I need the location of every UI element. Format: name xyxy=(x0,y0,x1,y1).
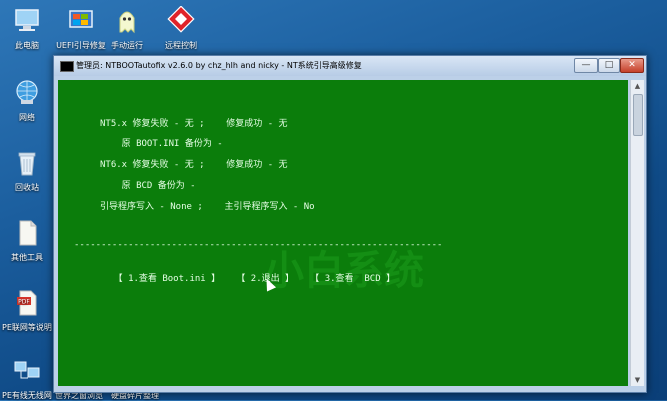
close-button[interactable]: ✕ xyxy=(620,58,644,73)
desktop-icon-other-tools[interactable]: 其他工具 xyxy=(0,218,54,263)
pdf-file-icon: PDF xyxy=(17,290,37,316)
uefi-repair-icon xyxy=(69,10,93,28)
network-icon xyxy=(16,80,38,104)
desktop-icon-recycle-bin[interactable]: 回收站 xyxy=(0,148,54,193)
document-icon xyxy=(19,220,37,246)
console-window[interactable]: 管理员: NTBOOTautofix v2.6.0 by chz_hlh and… xyxy=(53,55,647,393)
remote-control-icon xyxy=(167,5,195,33)
console-icon xyxy=(60,61,74,72)
recycle-bin-icon xyxy=(18,152,36,176)
window-title: 管理员: NTBOOTautofix v2.6.0 by chz_hlh and… xyxy=(76,61,362,70)
vertical-scrollbar[interactable]: ▲ ▼ xyxy=(630,80,644,386)
network-adapter-icon xyxy=(14,361,40,379)
computer-icon xyxy=(15,9,39,31)
desktop-icon-pe-wired-wireless[interactable]: PE有线无线网 xyxy=(0,356,54,401)
desktop-icon-network[interactable]: 网络 xyxy=(0,78,54,123)
desktop-icon-remote-control[interactable]: 远程控制 xyxy=(154,5,208,51)
console-line-bcd: 原 BCD 备份为 - xyxy=(100,181,196,191)
console-line-bootini: 原 BOOT.INI 备份为 - xyxy=(100,139,223,149)
svg-text:PDF: PDF xyxy=(18,299,30,306)
desktop-icon-manual-run[interactable]: 手动运行 xyxy=(100,6,154,51)
window-titlebar[interactable]: 管理员: NTBOOTautofix v2.6.0 by chz_hlh and… xyxy=(54,56,646,76)
console-menu-options[interactable]: 【 1.查看 Boot.ini 】 【 2.退出 】 【 3.查看 BCD 】 xyxy=(92,271,395,284)
maximize-button[interactable]: □ xyxy=(598,58,620,73)
console-line-bootloader: 引导程序写入 - None ; 主引导程序写入 - No xyxy=(100,202,315,212)
desktop-icon-this-pc[interactable]: 此电脑 xyxy=(0,6,54,51)
scroll-down-arrow-icon[interactable]: ▼ xyxy=(631,374,644,386)
console-line-nt6: NT6.x 修复失败 - 无 ; 修复成功 - 无 xyxy=(100,160,288,170)
ghost-icon xyxy=(119,11,135,34)
console-line-nt5: NT5.x 修复失败 - 无 ; 修复成功 - 无 xyxy=(100,119,288,129)
console-area[interactable]: 小白系统 NT5.x 修复失败 - 无 ; 修复成功 - 无 原 BOOT.IN… xyxy=(58,80,628,386)
scroll-thumb[interactable] xyxy=(633,94,643,136)
desktop-icon-pe-network-notes[interactable]: PDF PE联网等说明 xyxy=(0,288,54,333)
console-separator: ----------------------------------------… xyxy=(74,240,443,250)
scroll-up-arrow-icon[interactable]: ▲ xyxy=(631,80,644,92)
minimize-button[interactable]: — xyxy=(574,58,598,73)
